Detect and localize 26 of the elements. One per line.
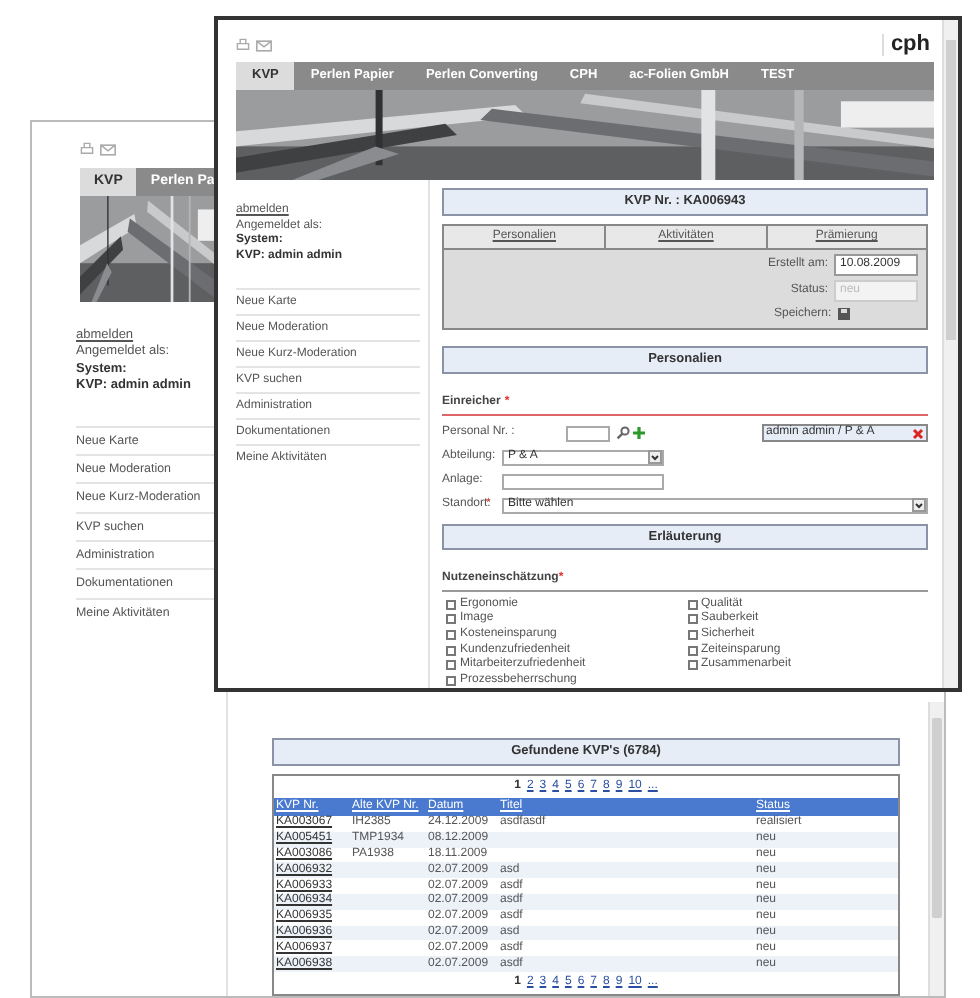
checkbox[interactable] [446,599,456,610]
checkbox[interactable] [446,660,456,671]
checkbox[interactable] [687,629,697,640]
caret-icon[interactable] [912,498,926,513]
checkbox[interactable] [446,645,456,656]
checkbox[interactable] [446,614,456,625]
caret-icon[interactable] [648,450,662,465]
checkbox[interactable] [446,675,456,686]
search-icon[interactable] [616,426,630,441]
checkbox[interactable] [687,645,697,656]
checkbox[interactable] [446,629,456,640]
scrollbar[interactable] [942,20,958,688]
mail-icon[interactable] [256,39,272,52]
checkbox[interactable] [687,599,697,610]
input-field[interactable] [502,473,664,490]
printer-icon[interactable] [236,38,250,53]
checkbox[interactable] [687,614,697,625]
checkbox[interactable] [687,660,697,671]
input-field[interactable] [566,425,610,442]
scrollbar[interactable] [928,702,944,996]
mail-icon[interactable] [100,143,116,155]
delete-icon[interactable] [912,427,924,440]
logo: cph [882,34,930,57]
plus-icon[interactable] [632,426,646,441]
save-icon[interactable] [837,308,850,321]
printer-icon[interactable] [80,142,94,156]
